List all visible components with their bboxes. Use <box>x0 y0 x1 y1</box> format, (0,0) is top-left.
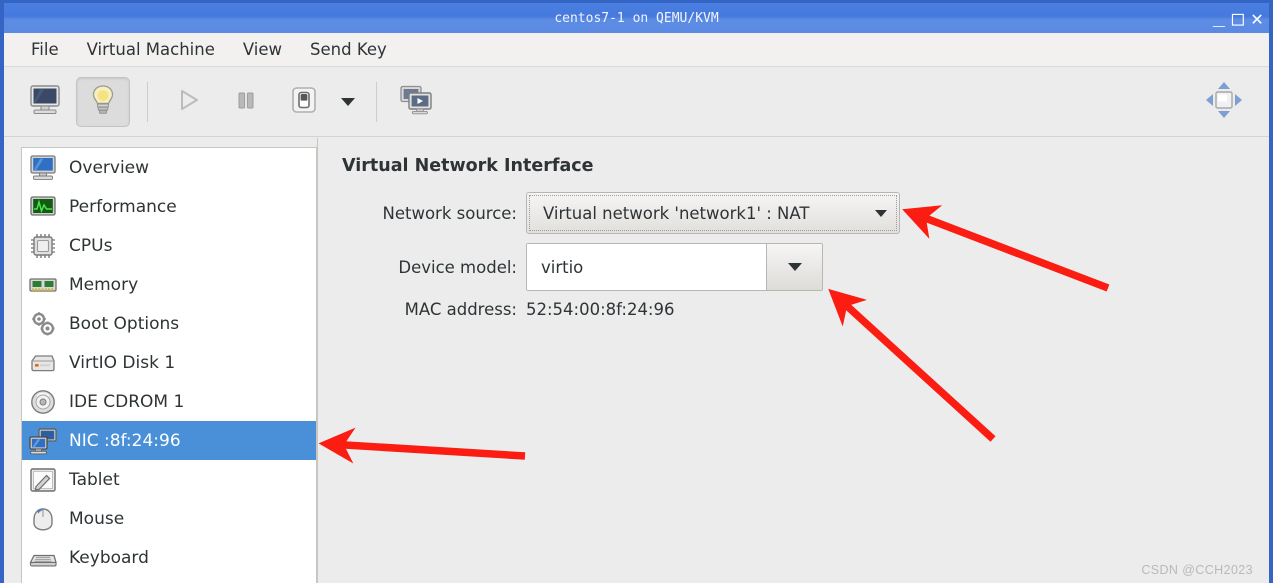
device-model-row: Device model: virtio <box>340 243 1269 291</box>
details-panel: Virtual Network Interface Network source… <box>317 138 1269 583</box>
console-view-button[interactable] <box>18 77 72 127</box>
pause-icon <box>232 86 260 118</box>
sidebar-item-label: Keyboard <box>69 547 149 568</box>
maximize-icon[interactable]: □ <box>1230 8 1246 28</box>
window-controls: _ □ ✕ <box>1211 3 1265 33</box>
fullscreen-button[interactable] <box>1197 77 1251 127</box>
network-source-label: Network source: <box>382 203 518 223</box>
watermark: CSDN @CCH2023 <box>1141 563 1253 577</box>
power-switch-icon <box>289 85 319 119</box>
network-source-select[interactable]: Virtual network 'network1' : NAT <box>526 192 900 234</box>
toolbar <box>4 67 1269 137</box>
fullscreen-expand-icon <box>1204 80 1244 124</box>
performance-graph-icon <box>28 192 58 222</box>
sidebar-item-tablet[interactable]: Tablet <box>22 460 316 499</box>
pause-button[interactable] <box>219 77 273 127</box>
snapshots-icon <box>399 84 435 120</box>
chevron-down-icon <box>875 209 887 217</box>
mouse-icon <box>28 504 58 534</box>
minimize-icon[interactable]: _ <box>1211 5 1227 25</box>
device-model-input[interactable]: virtio <box>527 244 766 290</box>
title-bar: centos7-1 on QEMU/KVM _ □ ✕ <box>4 3 1269 33</box>
chevron-down-icon <box>787 263 802 271</box>
sidebar-item-boot-options[interactable]: Boot Options <box>22 304 316 343</box>
network-source-row: Network source: Virtual network 'network… <box>340 192 1269 234</box>
menu-bar: File Virtual Machine View Send Key <box>4 33 1269 67</box>
sidebar-item-label: Memory <box>69 274 139 295</box>
run-button[interactable] <box>161 77 215 127</box>
monitor-icon <box>28 84 62 120</box>
sidebar-item-virtio-disk-1[interactable]: VirtIO Disk 1 <box>22 343 316 382</box>
sidebar-item-label: IDE CDROM 1 <box>69 391 185 412</box>
shutdown-menu-caret[interactable] <box>335 77 361 127</box>
details-view-button[interactable] <box>76 76 130 127</box>
cdrom-disc-icon <box>28 387 58 417</box>
menu-item-virtual-machine[interactable]: Virtual Machine <box>74 37 228 62</box>
device-model-combo[interactable]: virtio <box>526 243 823 291</box>
virt-manager-window: centos7-1 on QEMU/KVM _ □ ✕ File Virtual… <box>0 0 1273 583</box>
sidebar-item-label: Tablet <box>69 469 120 490</box>
device-model-dropdown-button[interactable] <box>766 244 822 290</box>
network-source-value: Virtual network 'network1' : NAT <box>543 203 810 223</box>
chevron-down-icon <box>341 97 355 106</box>
lightbulb-icon <box>88 83 118 121</box>
window-title: centos7-1 on QEMU/KVM <box>554 10 719 26</box>
sidebar-item-cpus[interactable]: CPUs <box>22 226 316 265</box>
play-icon <box>173 85 203 119</box>
network-card-icon <box>28 426 58 456</box>
gears-icon <box>28 309 58 339</box>
mac-address-row: MAC address: 52:54:00:8f:24:96 <box>340 300 1269 319</box>
toolbar-separator-1 <box>147 81 148 122</box>
content-area: Overview Performance CPUs Memory Boot Op… <box>4 138 1269 583</box>
sidebar-item-label: Mouse <box>69 508 125 529</box>
mac-address-value: 52:54:00:8f:24:96 <box>526 300 675 319</box>
sidebar-item-mouse[interactable]: Mouse <box>22 499 316 538</box>
close-icon[interactable]: ✕ <box>1249 8 1265 28</box>
keyboard-icon <box>28 543 58 573</box>
mac-address-label: MAC address: <box>404 300 517 319</box>
sidebar-item-label: Boot Options <box>69 313 180 334</box>
sidebar-item-label: Performance <box>69 196 177 217</box>
menu-item-view[interactable]: View <box>230 37 295 62</box>
sidebar-item-memory[interactable]: Memory <box>22 265 316 304</box>
sidebar-item-label: NIC :8f:24:96 <box>69 430 181 451</box>
shutdown-button[interactable] <box>277 77 331 127</box>
cpu-chip-icon <box>28 231 58 261</box>
page-title: Virtual Network Interface <box>342 156 594 176</box>
sidebar-item-overview[interactable]: Overview <box>22 148 316 187</box>
memory-dimm-icon <box>28 270 58 300</box>
sidebar-item-ide-cdrom-1[interactable]: IDE CDROM 1 <box>22 382 316 421</box>
hardware-list[interactable]: Overview Performance CPUs Memory Boot Op… <box>21 147 317 583</box>
menu-item-send-key[interactable]: Send Key <box>297 37 400 62</box>
sidebar-item-performance[interactable]: Performance <box>22 187 316 226</box>
toolbar-separator-2 <box>376 81 377 122</box>
sidebar-item-label: VirtIO Disk 1 <box>69 352 176 373</box>
menu-item-file[interactable]: File <box>18 37 72 62</box>
sidebar-item-label: Overview <box>69 157 150 178</box>
hard-disk-icon <box>28 348 58 378</box>
sidebar-item-keyboard[interactable]: Keyboard <box>22 538 316 577</box>
sidebar-container: Overview Performance CPUs Memory Boot Op… <box>4 138 317 583</box>
overview-monitor-icon <box>28 153 58 183</box>
snapshots-button[interactable] <box>390 77 444 127</box>
tablet-pen-icon <box>28 465 58 495</box>
device-model-label: Device model: <box>398 257 517 277</box>
sidebar-item-label: CPUs <box>69 235 113 256</box>
sidebar-item-nic[interactable]: NIC :8f:24:96 <box>22 421 316 460</box>
